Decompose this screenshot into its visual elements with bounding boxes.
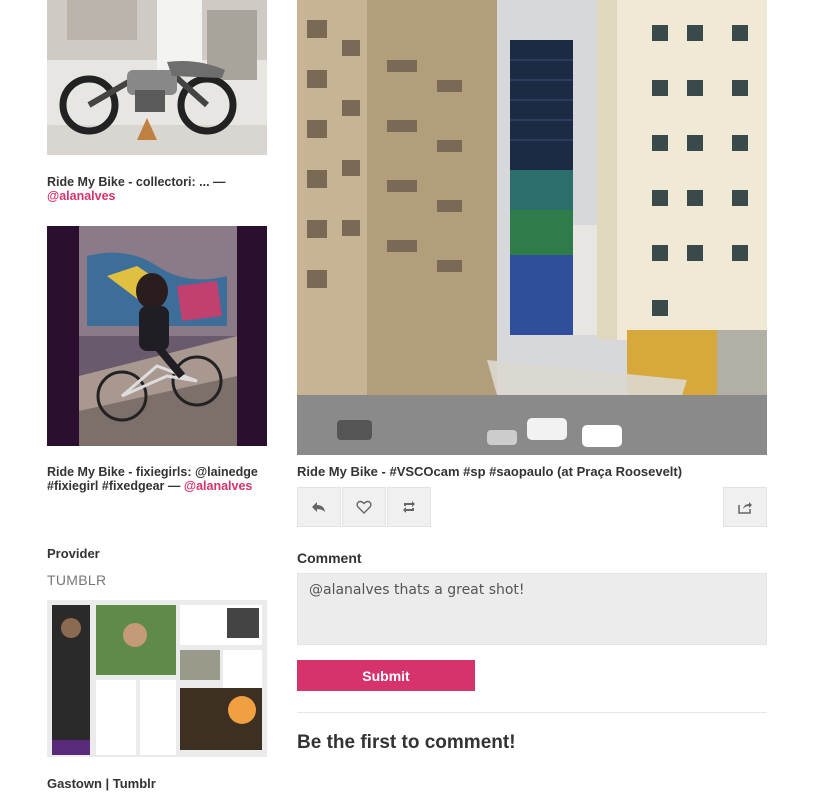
comment-input[interactable]: @alanalves thats a great shot! <box>297 573 767 645</box>
post-hero-image[interactable] <box>297 0 767 455</box>
like-button[interactable] <box>342 487 386 527</box>
post-user-link[interactable]: @alanalves <box>184 479 252 493</box>
divider <box>297 712 767 713</box>
share-button[interactable] <box>723 487 767 527</box>
post-caption: Ride My Bike - collectori: ... — @alanal… <box>47 175 267 203</box>
reblog-button[interactable] <box>387 487 431 527</box>
post-thumbnail-motorcycle[interactable] <box>47 0 267 155</box>
post-user-link[interactable]: @alanalves <box>47 189 115 203</box>
post-thumbnail-fixie[interactable] <box>47 226 267 446</box>
post-actions <box>297 487 767 528</box>
provider-value: TUMBLR <box>47 572 107 588</box>
provider-preview-image[interactable] <box>47 600 267 757</box>
empty-comments-message: Be the first to comment! <box>297 732 516 753</box>
comment-label: Comment <box>297 550 362 566</box>
reply-button[interactable] <box>297 487 341 527</box>
reply-icon <box>312 502 325 512</box>
provider-caption[interactable]: Gastown | Tumblr <box>47 776 156 791</box>
submit-button[interactable]: Submit <box>297 660 475 691</box>
post-caption: Ride My Bike - #VSCOcam #sp #saopaulo (a… <box>297 464 683 479</box>
post-title[interactable]: Ride My Bike - collectori: ... — <box>47 175 226 189</box>
provider-label: Provider <box>47 546 100 561</box>
heart-icon <box>356 500 372 514</box>
post-caption: Ride My Bike - fixiegirls: @lainedge #fi… <box>47 465 267 493</box>
reblog-icon <box>403 501 415 513</box>
share-icon <box>738 502 752 514</box>
